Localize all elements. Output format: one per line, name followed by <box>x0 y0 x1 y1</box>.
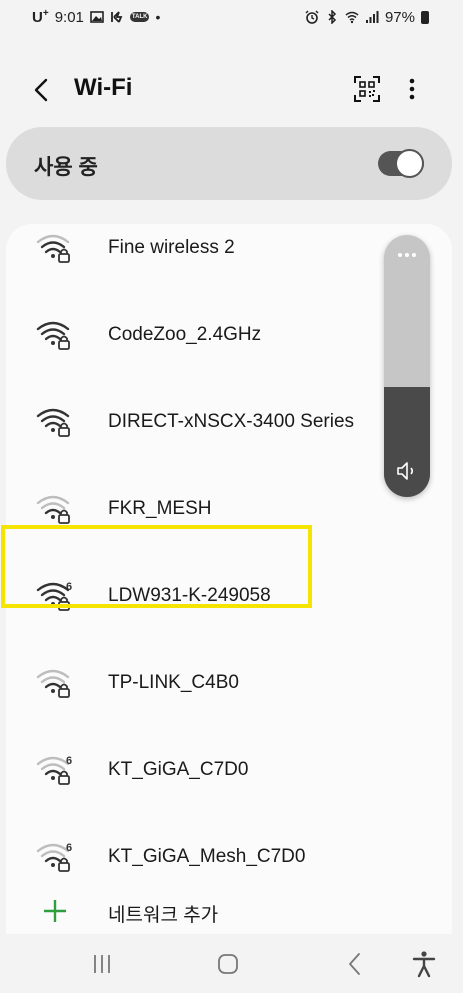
wifi-toggle-label: 사용 중 <box>34 156 98 179</box>
accessibility-icon <box>412 951 436 978</box>
carrier-label: U+ <box>32 8 49 26</box>
alarm-icon <box>305 10 319 24</box>
wifi-locked-icon <box>36 234 70 263</box>
wifi-toggle-card[interactable]: 사용 중 <box>6 127 452 200</box>
more-horiz-icon <box>398 253 416 257</box>
network-name: CodeZoo_2.4GHz <box>108 324 262 345</box>
switch-knob <box>395 149 424 178</box>
wifi-locked-icon <box>36 408 70 437</box>
recent-apps-button[interactable] <box>87 949 117 979</box>
wifi-locked-icon <box>36 321 70 350</box>
wifi-status-icon <box>345 10 359 24</box>
svg-text:6: 6 <box>66 755 72 767</box>
network-item[interactable]: TP-LINK_C4B0 <box>6 639 452 726</box>
wifi-locked-icon: 6 <box>36 842 72 872</box>
add-network-label: 네트워크 추가 <box>108 905 219 926</box>
wifi-locked-icon <box>36 495 70 524</box>
speaker-button[interactable] <box>395 459 419 483</box>
home-button[interactable] <box>213 949 243 979</box>
wifi-locked-icon: 6 <box>36 755 72 785</box>
kakao-bolt-icon <box>110 10 124 24</box>
status-bar: U+ 9:01 TALK • 97% <box>0 0 463 34</box>
status-right: 97% <box>305 9 429 26</box>
more-vert-icon <box>409 78 415 100</box>
battery-icon <box>421 10 429 24</box>
svg-text:6: 6 <box>66 842 72 854</box>
navigation-bar <box>0 934 463 993</box>
bluetooth-icon <box>325 10 339 24</box>
more-options-button[interactable] <box>398 74 426 104</box>
network-name: DIRECT-xNSCX-3400 Series <box>108 411 355 432</box>
status-left: U+ 9:01 TALK • <box>32 8 160 26</box>
volume-more-button[interactable] <box>384 245 430 265</box>
kakaotalk-icon: TALK <box>129 12 150 22</box>
network-name: KT_GiGA_C7D0 <box>108 759 249 780</box>
network-name: TP-LINK_C4B0 <box>108 672 239 693</box>
recent-apps-icon <box>94 955 110 973</box>
network-item[interactable]: 6 KT_GiGA_C7D0 <box>6 726 452 813</box>
chevron-left-icon <box>34 78 48 102</box>
home-icon <box>218 954 238 974</box>
qr-code-button[interactable] <box>352 74 382 104</box>
wifi-switch[interactable] <box>378 149 424 178</box>
signal-icon <box>365 10 379 24</box>
notification-dot: • <box>155 9 161 25</box>
back-button[interactable] <box>28 76 56 104</box>
highlight-box <box>1 525 312 608</box>
volume-panel[interactable] <box>384 235 430 497</box>
back-icon <box>349 953 360 975</box>
app-header: Wi-Fi <box>0 58 463 118</box>
network-name: Fine wireless 2 <box>108 237 235 258</box>
add-network-button[interactable]: 네트워크 추가 <box>6 884 452 934</box>
qr-code-icon <box>354 76 380 102</box>
speaker-icon <box>397 462 414 480</box>
nav-back-button[interactable] <box>340 949 370 979</box>
wifi-locked-icon <box>36 669 70 698</box>
accessibility-button[interactable] <box>409 949 439 979</box>
network-name: FKR_MESH <box>108 498 212 519</box>
page-title: Wi-Fi <box>74 74 133 101</box>
plus-icon <box>44 900 66 922</box>
battery-percent: 97% <box>384 8 415 26</box>
gallery-icon <box>90 10 104 24</box>
network-name: KT_GiGA_Mesh_C7D0 <box>108 846 306 867</box>
status-time: 9:01 <box>54 8 84 26</box>
